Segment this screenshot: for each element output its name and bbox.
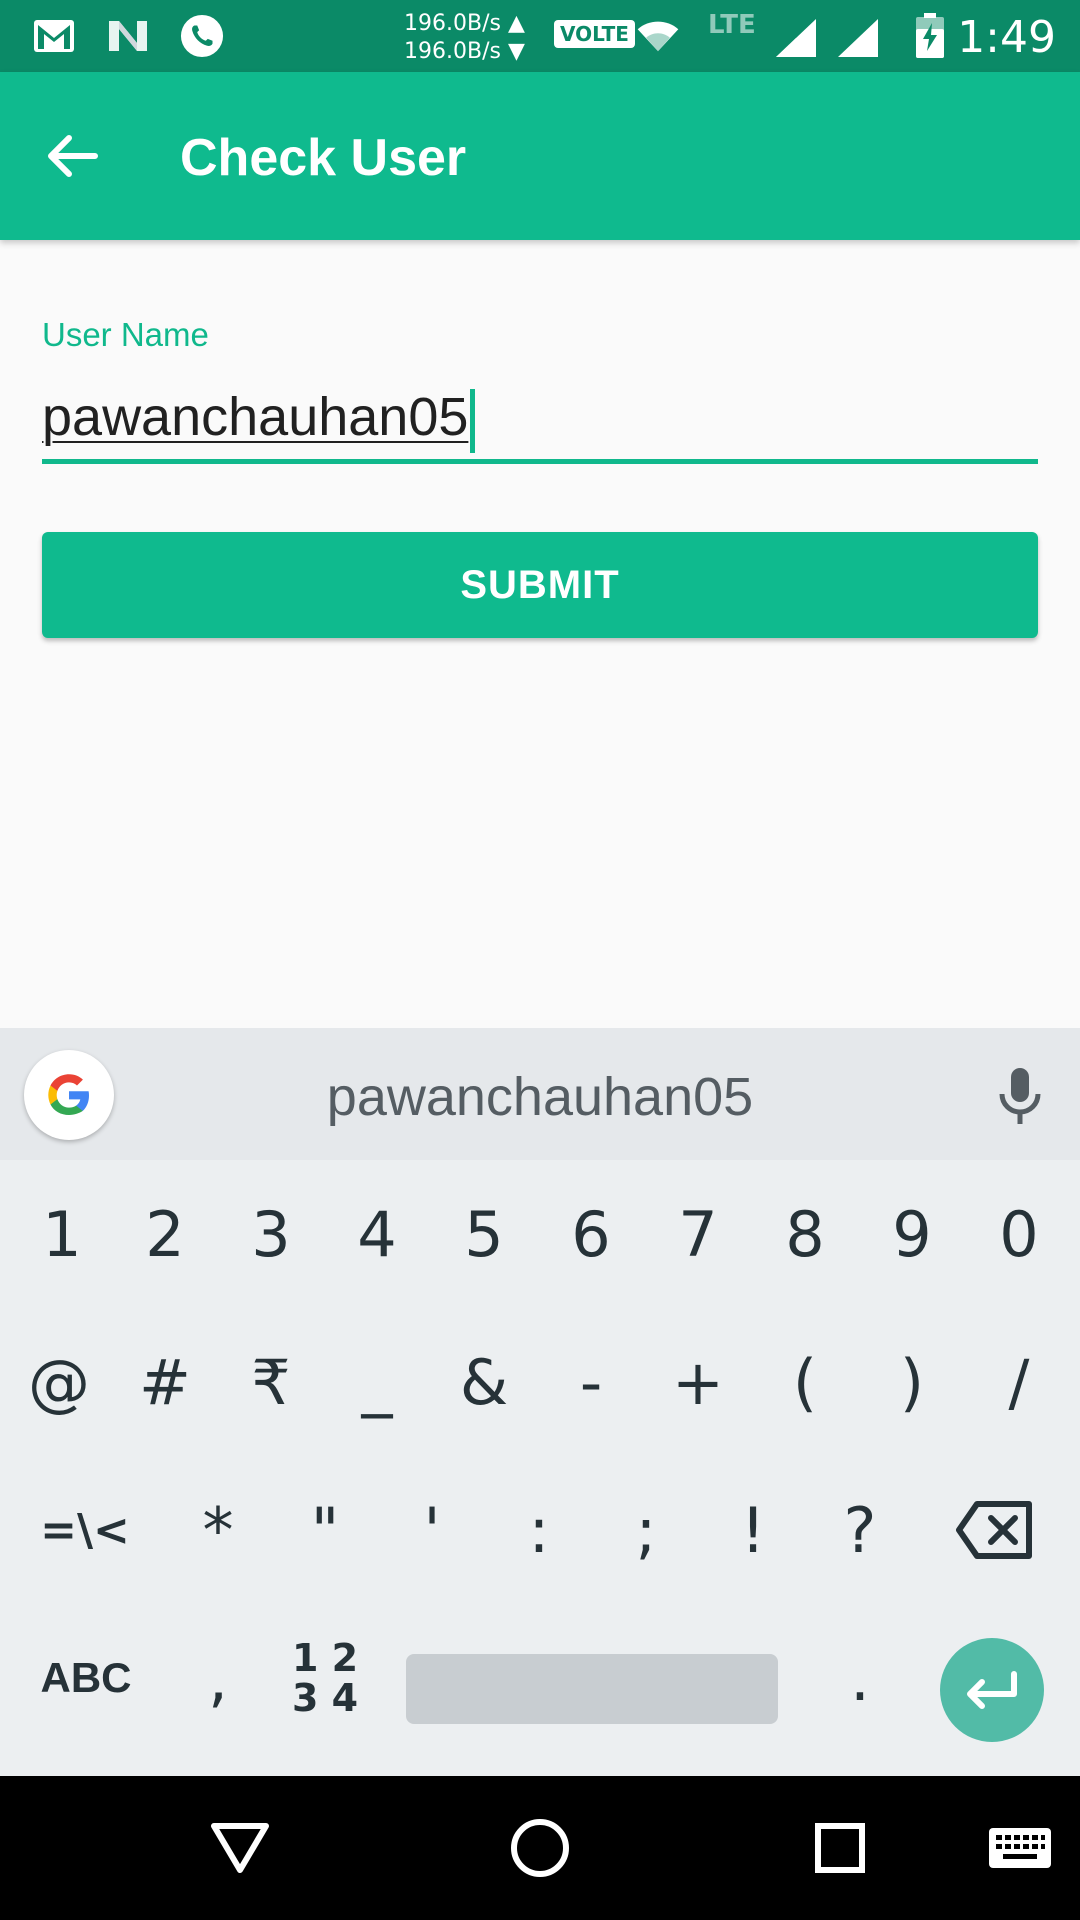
battery-charging-icon xyxy=(908,13,952,58)
wifi-icon xyxy=(636,14,680,58)
nav-back-button[interactable] xyxy=(198,1806,282,1890)
page-title: Check User xyxy=(180,129,467,187)
suggestion-strip: pawanchauhan05 xyxy=(0,1028,1080,1160)
keyboard-icon xyxy=(989,1828,1051,1868)
key-3[interactable]: 3 xyxy=(218,1160,324,1308)
key-slash[interactable]: / xyxy=(966,1308,1072,1456)
notification-icons xyxy=(32,14,224,58)
text-caret xyxy=(470,388,476,453)
lte-label: LTE xyxy=(708,10,756,40)
key-minus[interactable]: - xyxy=(538,1308,644,1456)
key-2[interactable]: 2 xyxy=(112,1160,218,1308)
keyboard-row-numbers: 1 2 3 4 5 6 7 8 9 0 xyxy=(0,1160,1080,1308)
nav-home-button[interactable] xyxy=(498,1806,582,1890)
submit-button[interactable]: SUBMIT xyxy=(42,532,1038,638)
key-plus[interactable]: + xyxy=(644,1308,752,1456)
volte-badge: VOLTE xyxy=(554,20,635,48)
key-at[interactable]: @ xyxy=(6,1308,112,1456)
key-comma[interactable]: , xyxy=(164,1604,272,1752)
nav-home-icon xyxy=(511,1819,569,1877)
nav-recents-button[interactable] xyxy=(798,1806,882,1890)
key-open-paren[interactable]: ( xyxy=(752,1308,858,1456)
back-button[interactable] xyxy=(40,124,104,188)
numpad-bottom-label: 3 4 xyxy=(291,1676,359,1720)
key-6[interactable]: 6 xyxy=(538,1160,644,1308)
enter-key[interactable] xyxy=(940,1638,1044,1742)
navigation-bar xyxy=(0,1776,1080,1920)
key-asterisk[interactable]: * xyxy=(164,1456,272,1604)
status-bar: 196.0B/s ▲ 196.0B/s ▼ VOLTE LTE 1:49 xyxy=(0,0,1080,72)
network-speed: 196.0B/s ▲ 196.0B/s ▼ xyxy=(404,10,525,66)
gmail-icon xyxy=(32,14,76,58)
key-double-quote[interactable]: " xyxy=(272,1456,378,1604)
mic-icon xyxy=(999,1068,1041,1124)
signal-icon xyxy=(774,16,818,60)
username-field[interactable]: pawanchauhan05 xyxy=(42,380,1038,464)
keyboard-switch-button[interactable] xyxy=(978,1806,1062,1890)
key-4[interactable]: 4 xyxy=(324,1160,430,1308)
key-underscore[interactable]: _ xyxy=(324,1308,430,1456)
key-question[interactable]: ? xyxy=(806,1456,914,1604)
backspace-key[interactable] xyxy=(940,1456,1050,1604)
suggestion-text[interactable]: pawanchauhan05 xyxy=(0,1066,1080,1128)
arrow-back-icon xyxy=(48,135,98,177)
phone-icon xyxy=(180,14,224,58)
key-abc[interactable]: ABC xyxy=(24,1604,148,1752)
key-more-symbols[interactable]: =\< xyxy=(30,1456,140,1604)
key-5[interactable]: 5 xyxy=(430,1160,538,1308)
nav-back-icon xyxy=(211,1823,269,1873)
key-rupee[interactable]: ₹ xyxy=(218,1308,324,1456)
key-period[interactable]: . xyxy=(806,1604,914,1752)
key-0[interactable]: 0 xyxy=(966,1160,1072,1308)
mic-button[interactable] xyxy=(992,1064,1048,1128)
backspace-icon xyxy=(956,1501,1032,1559)
key-1[interactable]: 1 xyxy=(12,1160,112,1308)
signal-icon xyxy=(836,16,880,60)
key-9[interactable]: 9 xyxy=(858,1160,966,1308)
key-ampersand[interactable]: & xyxy=(430,1308,538,1456)
keyboard-row-more-symbols: =\< * " ' : ; ! ? xyxy=(0,1456,1080,1604)
key-close-paren[interactable]: ) xyxy=(858,1308,966,1456)
app-bar: Check User xyxy=(0,72,1080,240)
enter-icon xyxy=(967,1671,1017,1709)
key-7[interactable]: 7 xyxy=(644,1160,752,1308)
key-8[interactable]: 8 xyxy=(752,1160,858,1308)
spacebar-key[interactable] xyxy=(406,1654,778,1724)
key-colon[interactable]: : xyxy=(486,1456,592,1604)
net-down-text: 196.0B/s ▼ xyxy=(404,39,525,64)
nav-recents-icon xyxy=(815,1823,865,1873)
key-single-quote[interactable]: ' xyxy=(378,1456,486,1604)
n-icon xyxy=(106,14,150,58)
numpad-top-label: 1 2 xyxy=(291,1636,359,1680)
keyboard-row-symbols: @ # ₹ _ & - + ( ) / xyxy=(0,1308,1080,1456)
username-value: pawanchauhan05 xyxy=(42,387,469,447)
key-hash[interactable]: # xyxy=(112,1308,218,1456)
username-label: User Name xyxy=(42,316,209,353)
key-exclamation[interactable]: ! xyxy=(700,1456,806,1604)
clock: 1:49 xyxy=(957,12,1056,63)
key-numpad[interactable]: 1 2 3 4 xyxy=(272,1604,378,1752)
net-up-text: 196.0B/s ▲ xyxy=(404,11,525,36)
key-semicolon[interactable]: ; xyxy=(592,1456,700,1604)
username-value-wrap: pawanchauhan05 xyxy=(42,386,476,453)
